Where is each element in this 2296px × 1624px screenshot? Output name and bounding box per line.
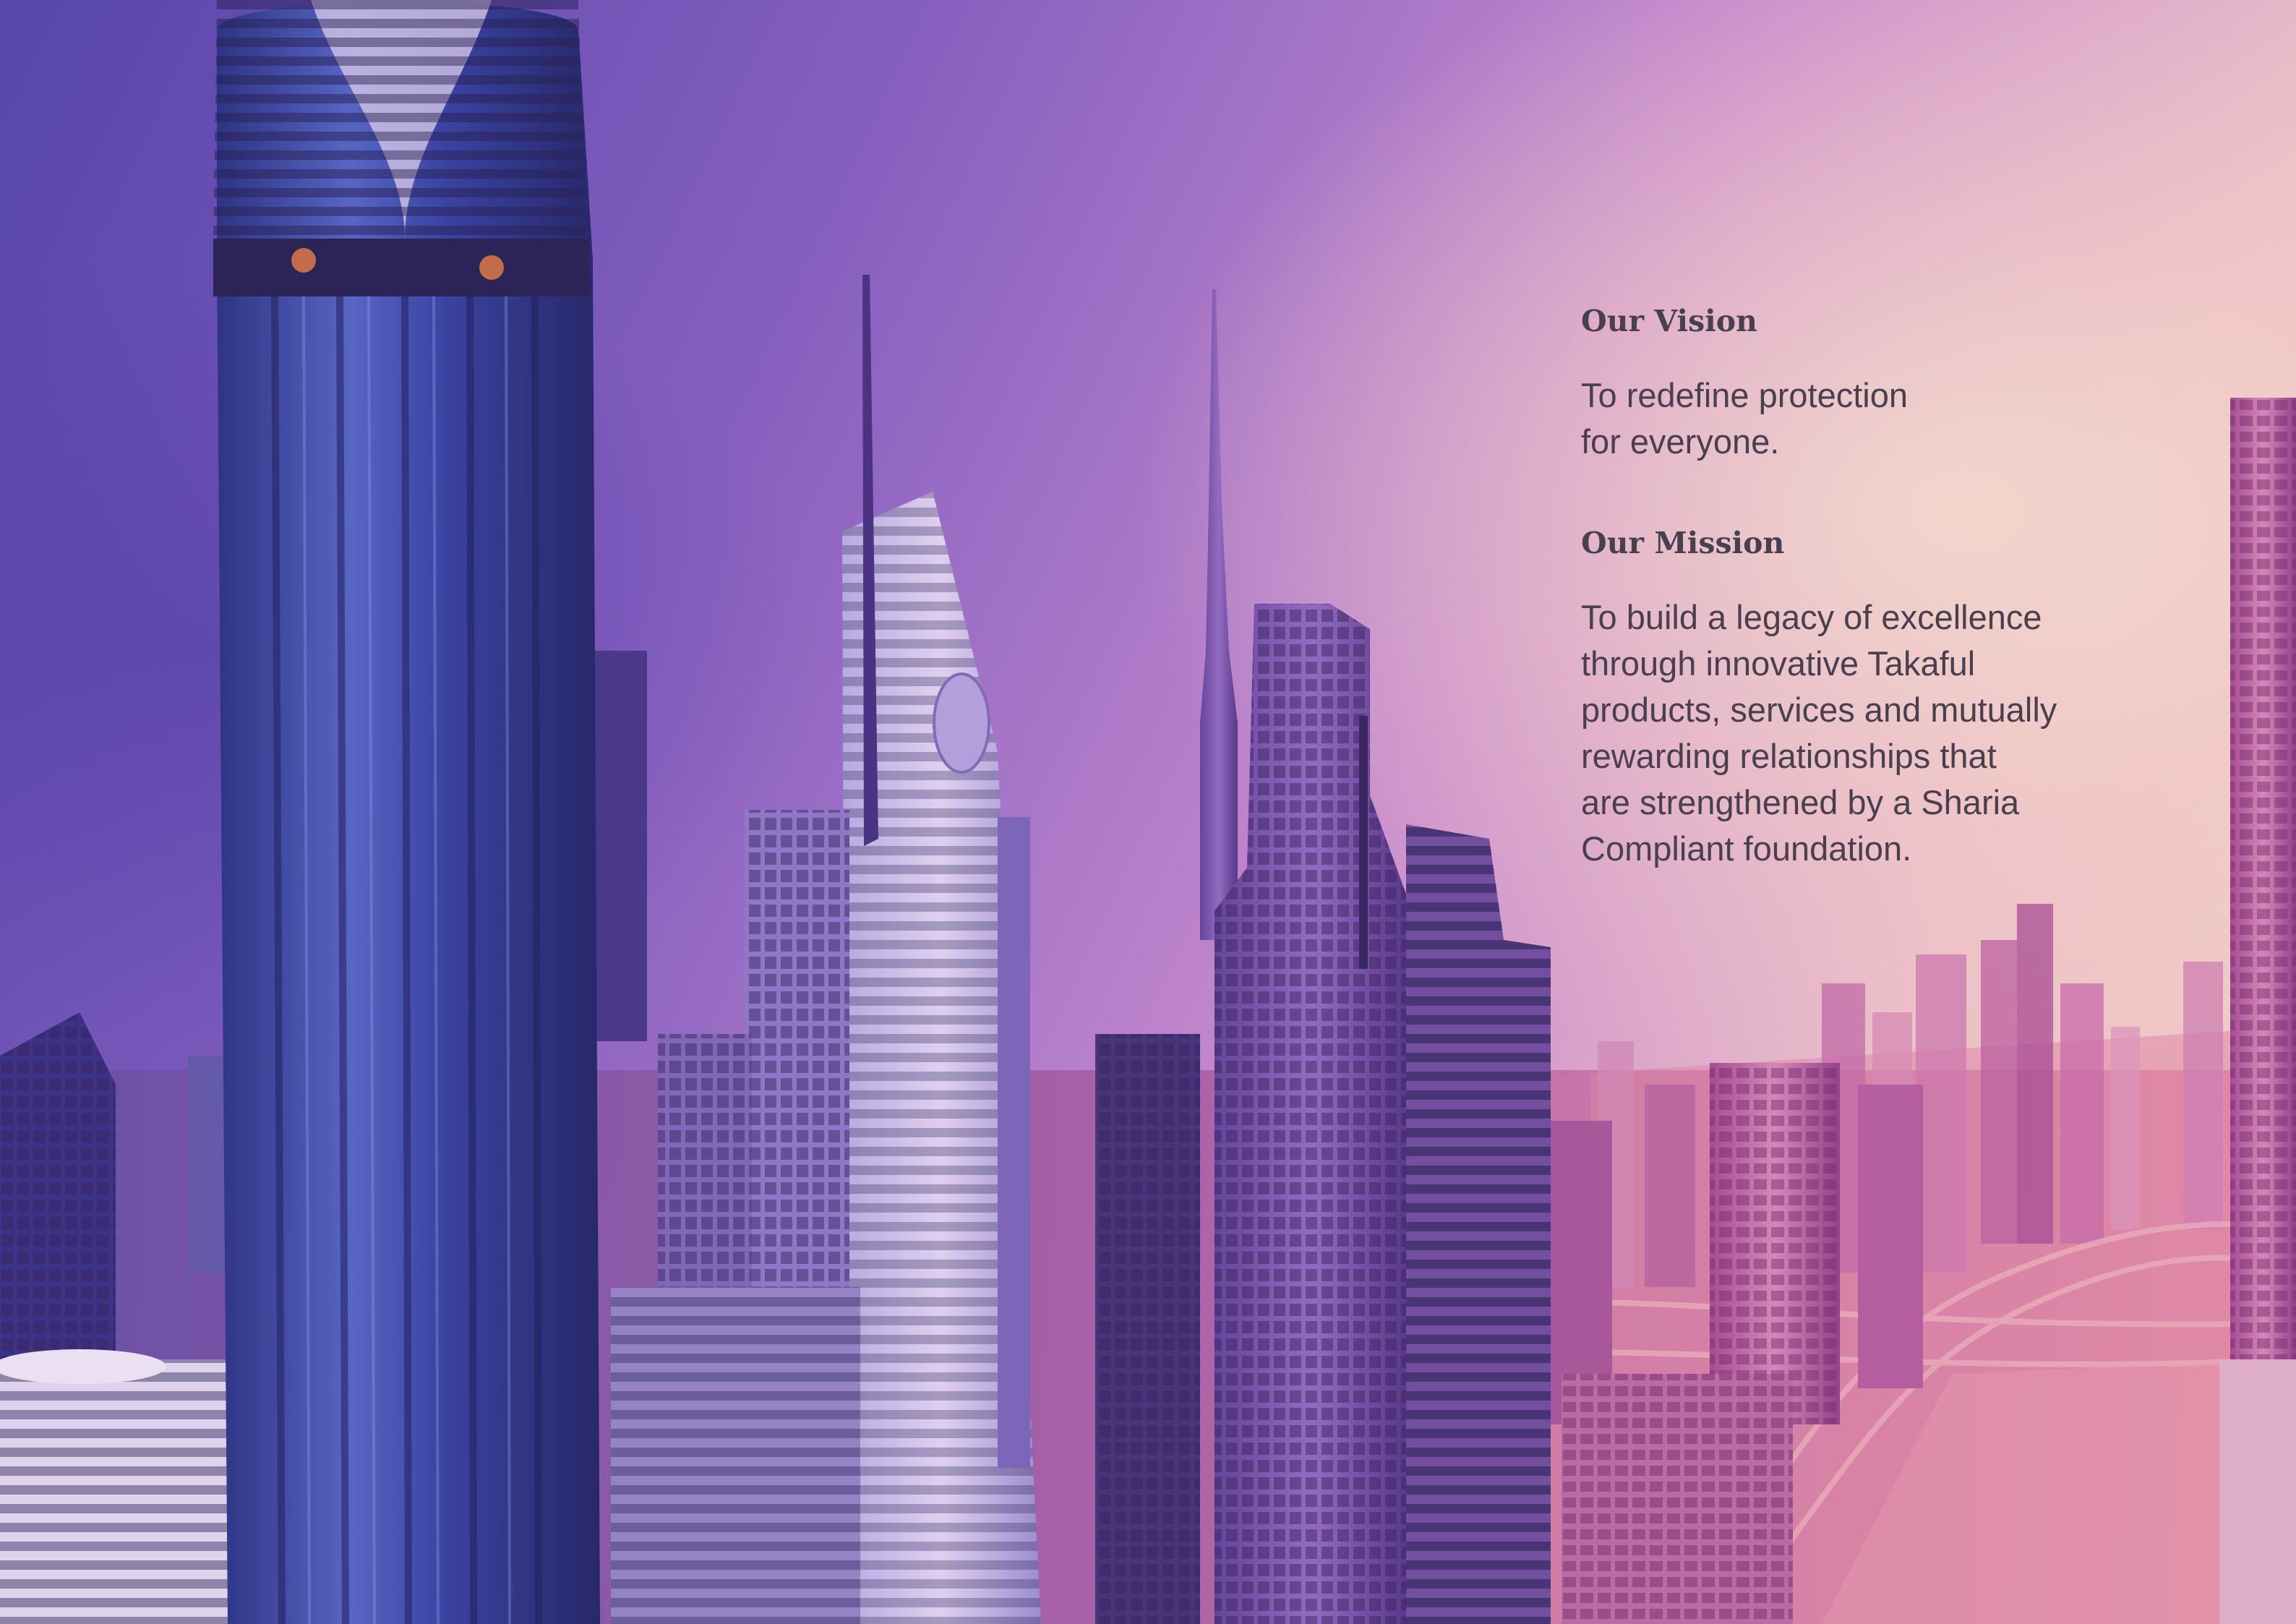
- vision-text: To redefine protection for everyone.: [1581, 376, 1909, 461]
- mission-heading: Our Mission: [1581, 526, 1785, 560]
- brochure-page: Our Vision To redefine protection for ev…: [0, 0, 2296, 1624]
- vision-heading: Our Vision: [1581, 304, 1757, 338]
- mission-text: To build a legacy of excellence through …: [1581, 598, 2057, 868]
- vision-mission-panel: Our Vision To redefine protection for ev…: [1581, 302, 2130, 872]
